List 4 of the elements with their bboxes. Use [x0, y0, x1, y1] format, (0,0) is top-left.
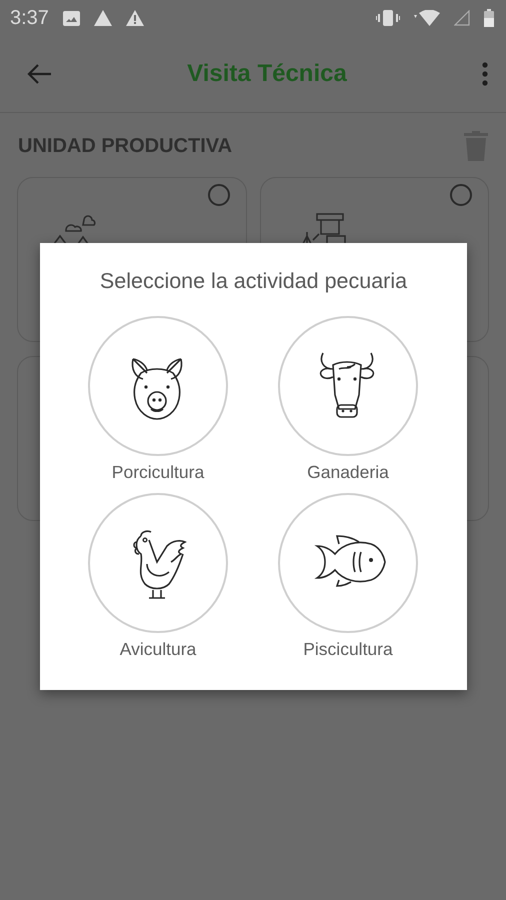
dialog-title: Seleccione la actividad pecuaria — [98, 269, 408, 294]
screen-title: Visita Técnica — [186, 60, 348, 88]
section-title: UNIDAD PRODUCTIVA — [18, 134, 232, 158]
status-time: 3:37 — [10, 6, 49, 30]
